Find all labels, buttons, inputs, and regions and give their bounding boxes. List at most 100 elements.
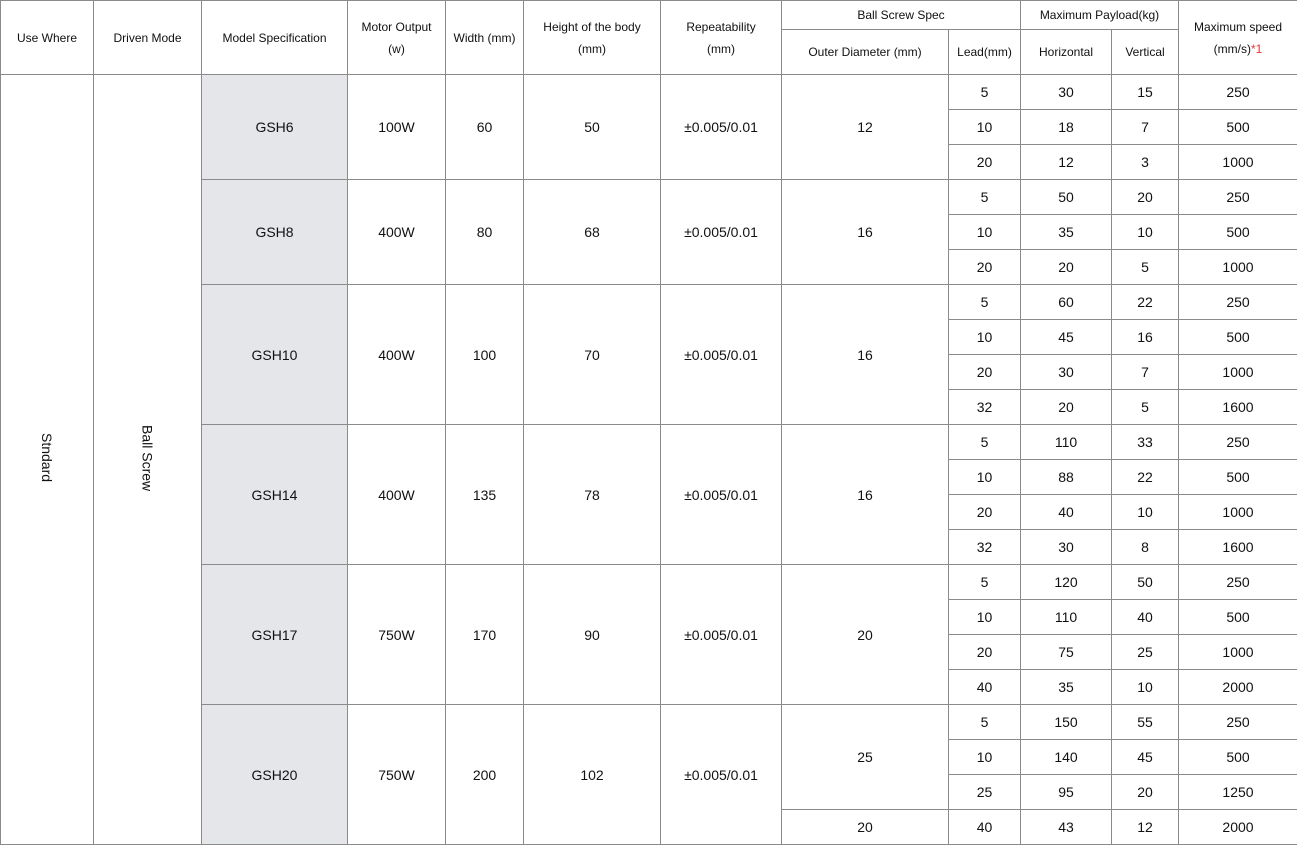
header-width: Width (mm)	[446, 1, 524, 75]
height-cell: 68	[524, 180, 661, 285]
lead-cell: 5	[949, 425, 1021, 460]
outer-diameter-cell: 16	[782, 180, 949, 285]
table-row: StndardBall ScrewGSH6100W6050±0.005/0.01…	[1, 75, 1297, 110]
max-speed-cell: 500	[1179, 460, 1297, 495]
header-outer-diameter: Outer Diameter (mm)	[782, 30, 949, 75]
header-max-payload: Maximum Payload(kg)	[1021, 1, 1179, 30]
max-speed-cell: 500	[1179, 320, 1297, 355]
lead-cell: 10	[949, 460, 1021, 495]
payload-horizontal-cell: 60	[1021, 285, 1112, 320]
model-name-cell: GSH17	[202, 565, 348, 705]
header-lead: Lead(mm)	[949, 30, 1021, 75]
width-cell: 135	[446, 425, 524, 565]
driven-mode-cell: Ball Screw	[94, 75, 202, 845]
lead-cell: 5	[949, 705, 1021, 740]
payload-horizontal-cell: 140	[1021, 740, 1112, 775]
header-repeatability: Repeatability(mm)	[661, 1, 782, 75]
header-horizontal: Horizontal	[1021, 30, 1112, 75]
lead-cell: 20	[949, 145, 1021, 180]
payload-horizontal-cell: 20	[1021, 250, 1112, 285]
max-speed-cell: 2000	[1179, 670, 1297, 705]
payload-horizontal-cell: 12	[1021, 145, 1112, 180]
table-header: Use Where Driven Mode Model Specificatio…	[1, 1, 1297, 75]
max-speed-cell: 250	[1179, 705, 1297, 740]
table-body: Stndard Ball Screw GSH6100W 60 50 ±0.005/0.01…	[1, 75, 1297, 845]
payload-horizontal-cell: 110	[1021, 600, 1112, 635]
payload-vertical-cell: 20	[1112, 775, 1179, 810]
motor-output-cell: 750W	[348, 705, 446, 845]
lead-cell: 25	[949, 775, 1021, 810]
height-cell: 78	[524, 425, 661, 565]
outer-diameter-cell: 16	[782, 425, 949, 565]
max-speed-cell: 1000	[1179, 635, 1297, 670]
payload-horizontal-cell: 30	[1021, 355, 1112, 390]
payload-vertical-cell: 40	[1112, 600, 1179, 635]
payload-vertical-cell: 10	[1112, 215, 1179, 250]
header-max-speed: Maximum speed(mm/s)*1	[1179, 1, 1297, 75]
header-use-where: Use Where	[1, 1, 94, 75]
payload-vertical-cell: 7	[1112, 110, 1179, 145]
driven-mode-label: Ball Screw	[140, 425, 156, 491]
max-speed-cell: 2000	[1179, 810, 1297, 845]
payload-vertical-cell: 15	[1112, 75, 1179, 110]
header-driven-mode: Driven Mode	[94, 1, 202, 75]
lead-cell: 10	[949, 740, 1021, 775]
repeatability-cell: ±0.005/0.01	[661, 180, 782, 285]
payload-horizontal-cell: 110	[1021, 425, 1112, 460]
payload-horizontal-cell: 150	[1021, 705, 1112, 740]
max-speed-cell: 1000	[1179, 250, 1297, 285]
payload-vertical-cell: 3	[1112, 145, 1179, 180]
max-speed-cell: 500	[1179, 600, 1297, 635]
model-name-cell: GSH14	[202, 425, 348, 565]
payload-horizontal-cell: 75	[1021, 635, 1112, 670]
repeatability-cell: ±0.005/0.01	[661, 705, 782, 845]
use-where-cell: Stndard	[1, 75, 94, 845]
repeatability-cell: ±0.005/0.01	[661, 285, 782, 425]
footnote-marker: *1	[1251, 42, 1262, 56]
max-speed-cell: 500	[1179, 740, 1297, 775]
payload-vertical-cell: 45	[1112, 740, 1179, 775]
payload-horizontal-cell: 30	[1021, 530, 1112, 565]
model-name-cell: GSH6	[202, 75, 348, 180]
lead-cell: 5	[949, 565, 1021, 600]
lead-cell: 40	[949, 810, 1021, 845]
repeatability-cell: ±0.005/0.01	[661, 425, 782, 565]
motor-output-cell: 400W	[348, 285, 446, 425]
width-cell: 80	[446, 180, 524, 285]
max-speed-cell: 1600	[1179, 530, 1297, 565]
max-speed-cell: 500	[1179, 110, 1297, 145]
payload-horizontal-cell: 45	[1021, 320, 1112, 355]
payload-horizontal-cell: 120	[1021, 565, 1112, 600]
payload-horizontal-cell: 18	[1021, 110, 1112, 145]
payload-vertical-cell: 16	[1112, 320, 1179, 355]
outer-diameter-cell: 25	[782, 705, 949, 810]
motor-output-cell: 400W	[348, 425, 446, 565]
outer-diameter-cell: 20	[782, 565, 949, 705]
lead-cell: 5	[949, 75, 1021, 110]
model-name-cell: GSH20	[202, 705, 348, 845]
motor-output-cell: 400W	[348, 180, 446, 285]
payload-vertical-cell: 5	[1112, 250, 1179, 285]
motor-output-cell: 100W	[348, 75, 446, 180]
payload-vertical-cell: 20	[1112, 180, 1179, 215]
payload-vertical-cell: 8	[1112, 530, 1179, 565]
payload-vertical-cell: 25	[1112, 635, 1179, 670]
header-ball-screw-spec: Ball Screw Spec	[782, 1, 1021, 30]
payload-horizontal-cell: 50	[1021, 180, 1112, 215]
height-cell: 102	[524, 705, 661, 845]
payload-vertical-cell: 22	[1112, 285, 1179, 320]
max-speed-cell: 1000	[1179, 355, 1297, 390]
max-speed-cell: 1250	[1179, 775, 1297, 810]
payload-vertical-cell: 5	[1112, 390, 1179, 425]
height-cell: 70	[524, 285, 661, 425]
payload-vertical-cell: 50	[1112, 565, 1179, 600]
lead-cell: 20	[949, 635, 1021, 670]
header-model-spec: Model Specification	[202, 1, 348, 75]
lead-cell: 20	[949, 355, 1021, 390]
max-speed-cell: 250	[1179, 565, 1297, 600]
model-name-cell: GSH8	[202, 180, 348, 285]
max-speed-cell: 250	[1179, 425, 1297, 460]
payload-horizontal-cell: 40	[1021, 495, 1112, 530]
payload-horizontal-cell: 20	[1021, 390, 1112, 425]
lead-cell: 20	[949, 250, 1021, 285]
